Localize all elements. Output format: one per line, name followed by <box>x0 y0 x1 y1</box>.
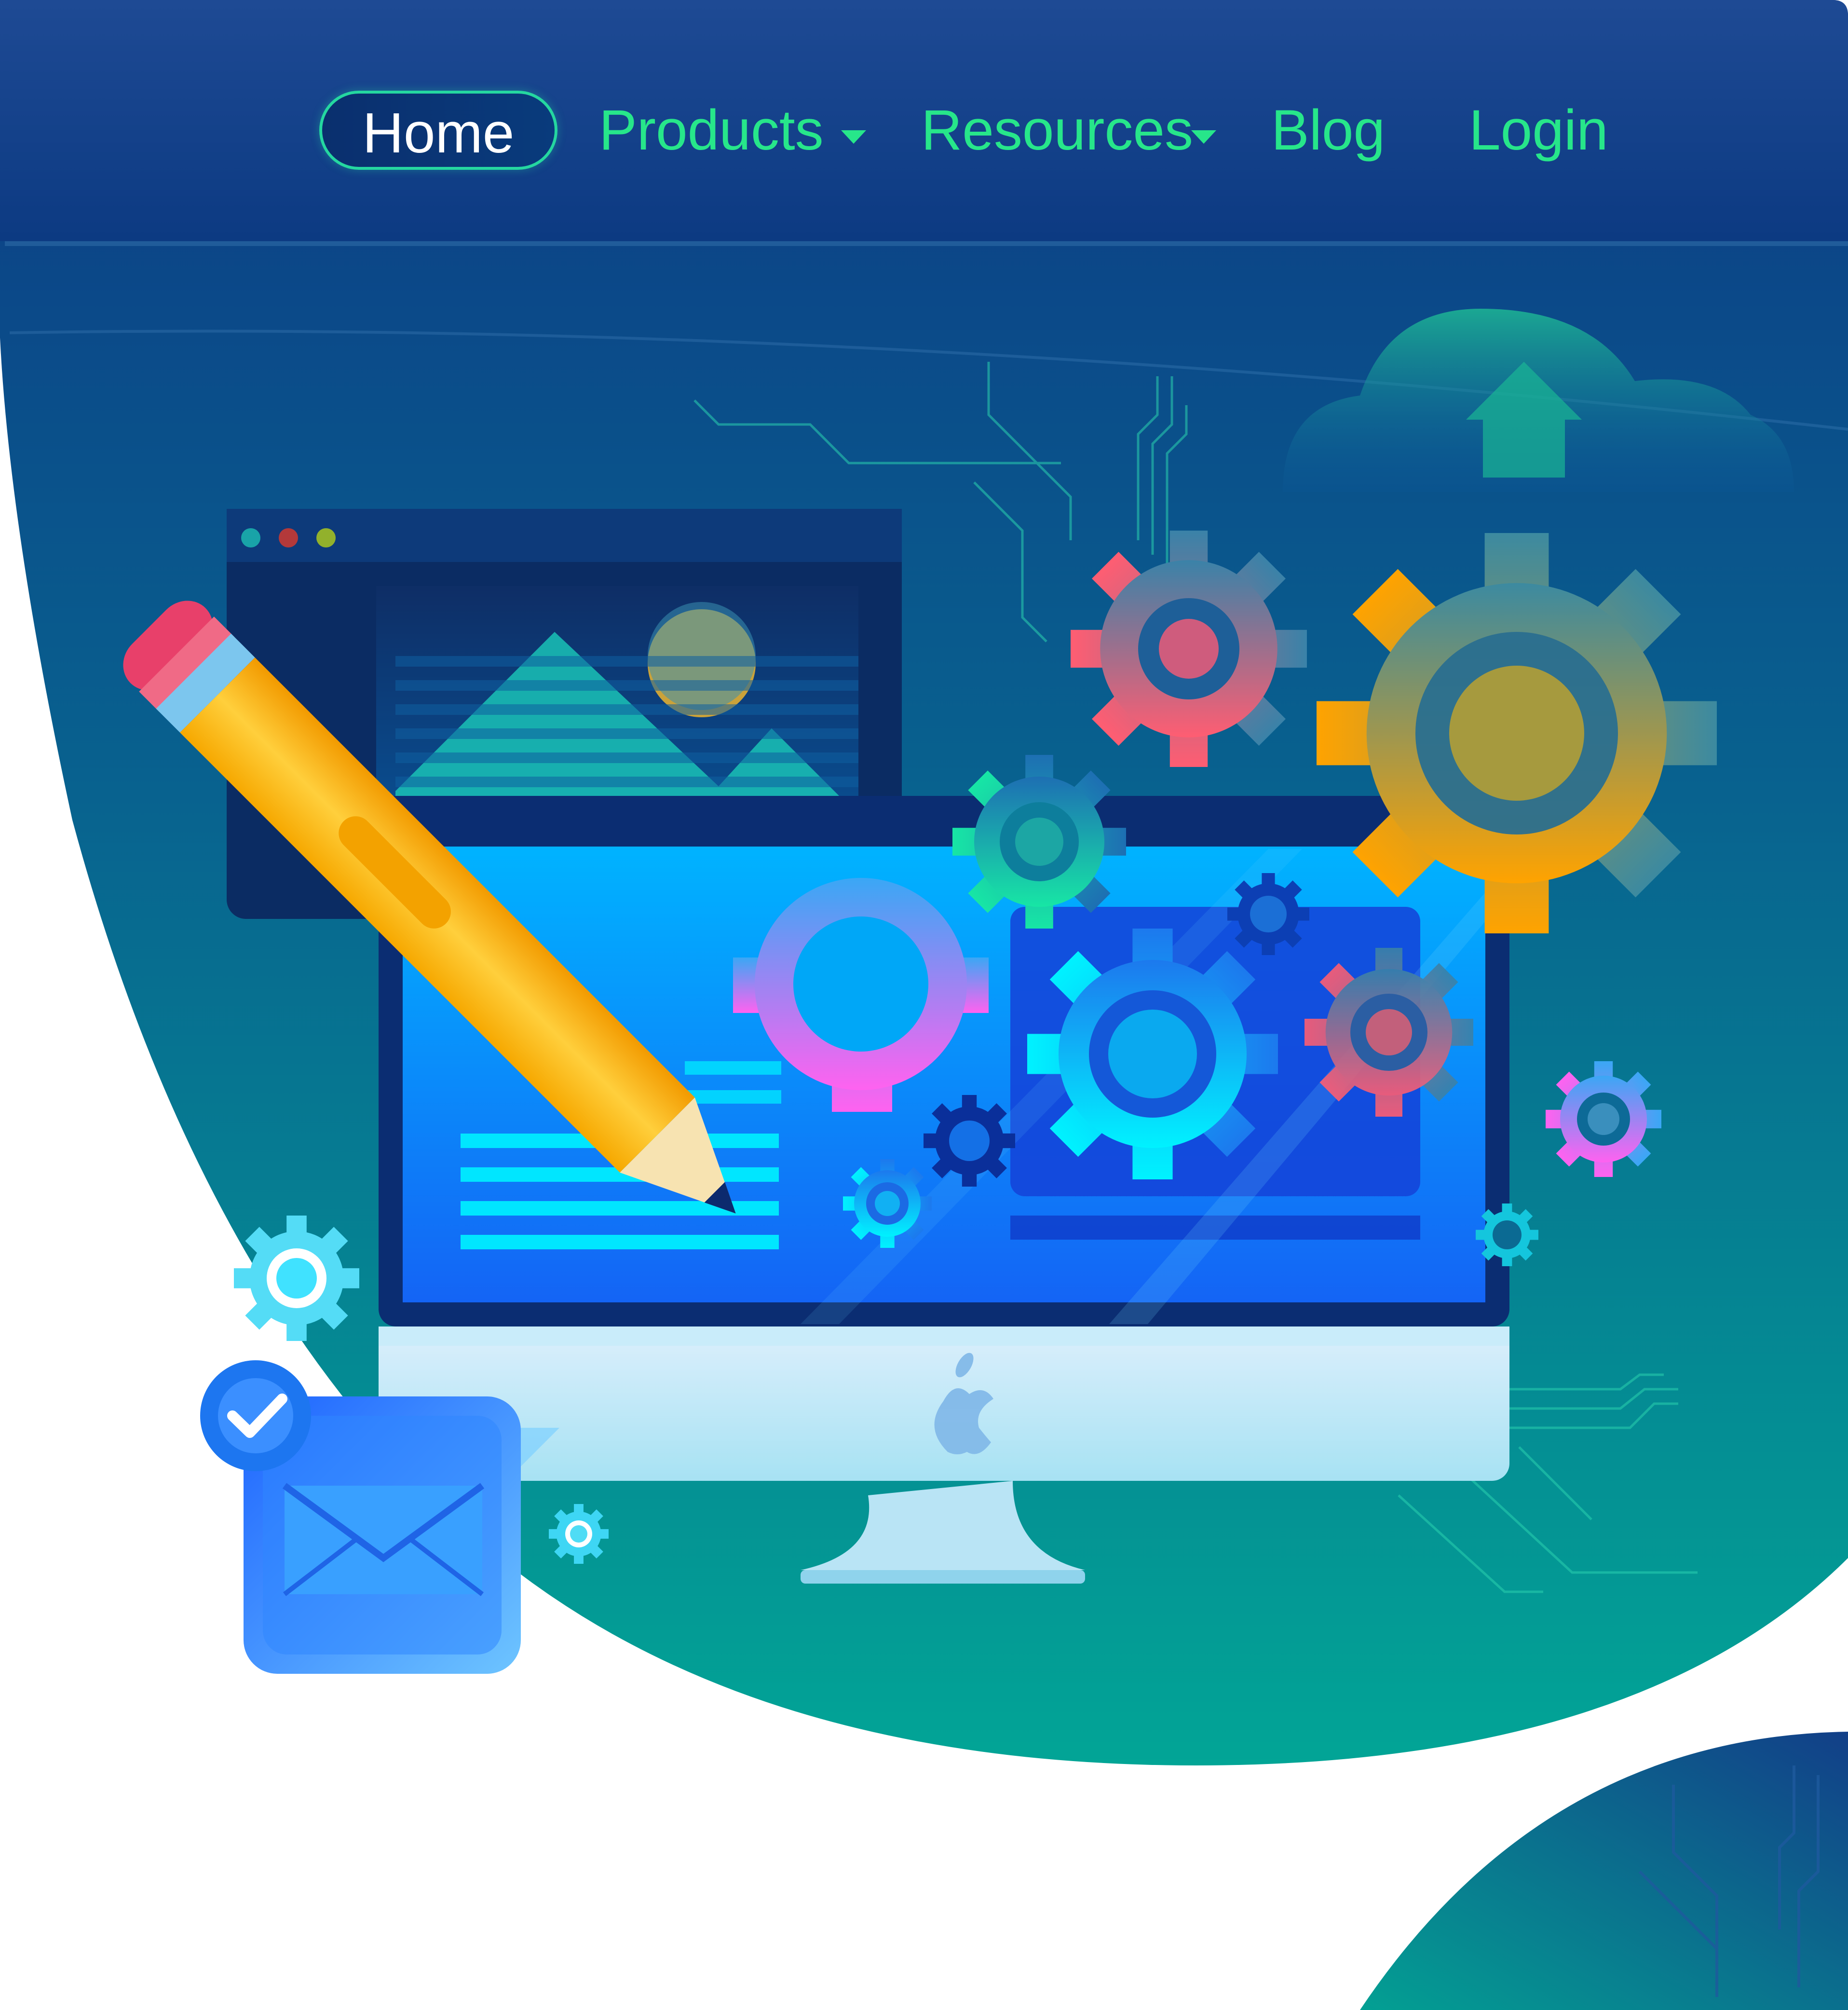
corner-shape <box>1360 1732 1848 2010</box>
chevron-down-icon[interactable] <box>1191 130 1216 144</box>
top-nav: Home Products Resources Blog Login <box>0 0 1848 260</box>
gear-icon-pink-top <box>1071 531 1307 767</box>
gear-icon-navy-small <box>924 1095 1015 1187</box>
check-icon <box>200 1360 311 1471</box>
gear-icon-cyan-left <box>234 1216 359 1341</box>
gear-icon-cyan-center <box>1027 929 1278 1179</box>
gear-icon-teal-tiny <box>1476 1203 1538 1266</box>
chevron-down-icon[interactable] <box>841 130 866 144</box>
gear-icon-dark-blue <box>1227 873 1309 955</box>
gear-icon-violet-small <box>1546 1061 1661 1177</box>
nav-blog[interactable]: Blog <box>1271 91 1385 170</box>
nav-resources[interactable]: Resources <box>921 91 1193 170</box>
gear-icon-green <box>952 755 1126 929</box>
gear-icon-cyan-tiny-left <box>549 1504 609 1564</box>
monitor-icon <box>379 796 1509 1584</box>
nav-home[interactable]: Home <box>319 91 557 170</box>
hero-illustration <box>0 0 1848 2010</box>
gear-icon-gold-large <box>1317 533 1717 933</box>
nav-products[interactable]: Products <box>599 91 824 170</box>
gear-icon-pink-right <box>1304 948 1473 1117</box>
gear-icon-small-blue <box>843 1159 932 1248</box>
nav-login[interactable]: Login <box>1469 91 1608 170</box>
